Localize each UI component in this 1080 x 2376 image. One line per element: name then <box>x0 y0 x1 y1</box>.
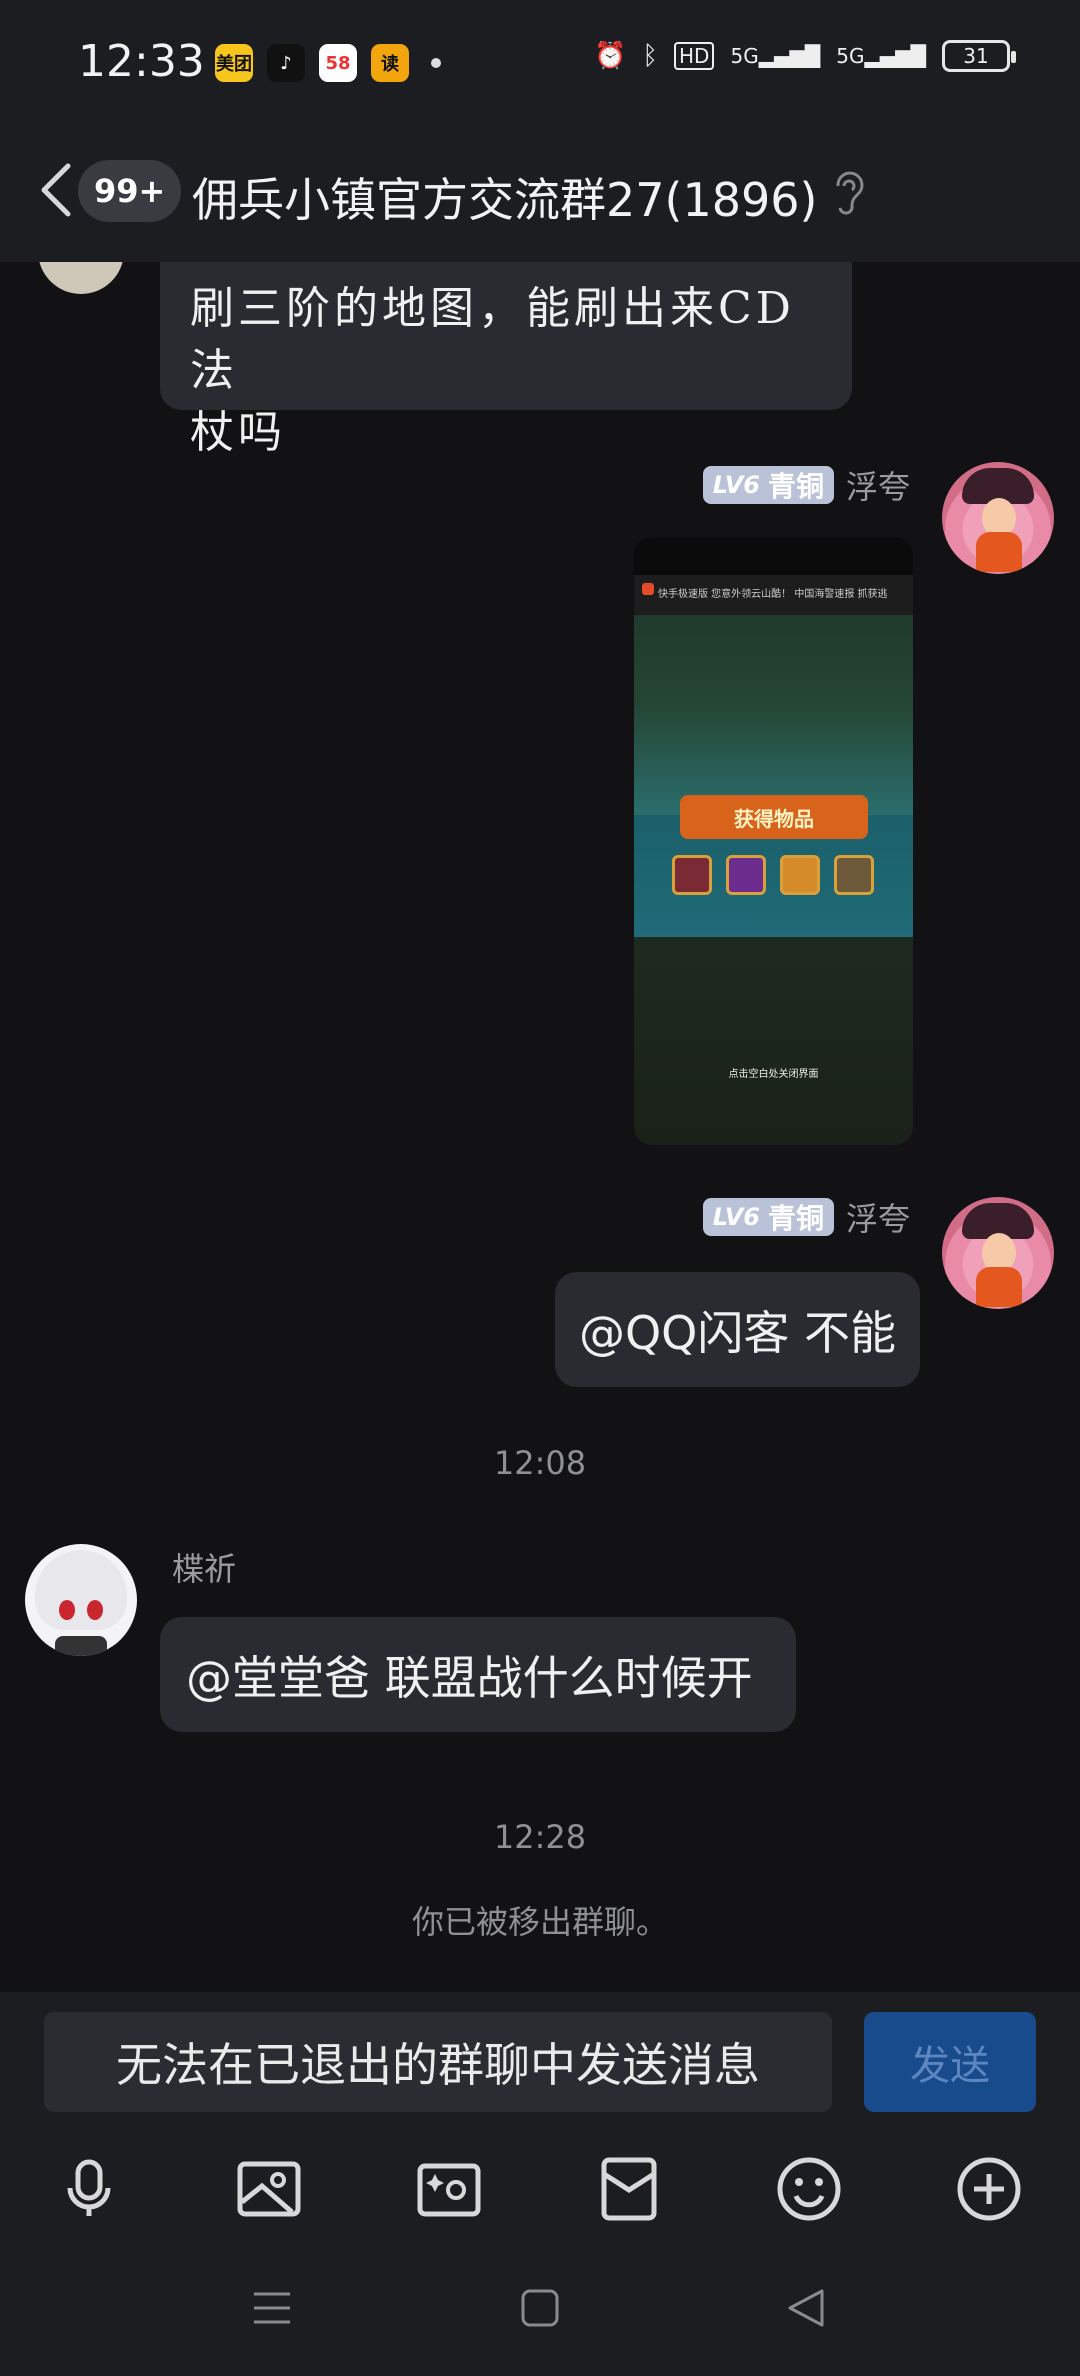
signal-icon-1: 5G▂▄▆█ <box>730 44 820 68</box>
message-text-line: 杖吗 <box>190 407 286 458</box>
avatar[interactable] <box>942 462 1054 574</box>
message-list[interactable]: 刷三阶的地图，能刷出来CD法 杖吗 LV6 青铜 浮夸 快手极速版 您意外领云山… <box>0 262 1080 1992</box>
send-button[interactable]: 发送 <box>864 2012 1036 2112</box>
signal-icon-2: 5G▂▄▆█ <box>836 44 926 68</box>
hd-icon: HD <box>674 42 715 70</box>
avatar[interactable] <box>942 1197 1054 1309</box>
rank-label: 青铜 <box>767 1202 824 1235</box>
unread-count-badge[interactable]: 99+ <box>78 160 182 222</box>
timestamp: 12:08 <box>493 1444 587 1482</box>
camera-icon[interactable] <box>414 2154 484 2224</box>
avatar[interactable] <box>38 262 124 294</box>
image-ad-text: 快手极速版 您意外领云山酷！ 中国海警速报 抓获逃 <box>658 589 888 600</box>
input-placeholder: 无法在已退出的群聊中发送消息 <box>116 2038 760 2092</box>
battery-level: 31 <box>963 44 989 68</box>
emoji-icon[interactable] <box>774 2154 844 2224</box>
avatar[interactable] <box>25 1544 137 1656</box>
sender-name[interactable]: 楪祈 <box>172 1544 236 1590</box>
timestamp: 12:28 <box>493 1818 587 1856</box>
reader-icon: 读 <box>371 44 409 82</box>
message-text-line: 刷三阶的地图，能刷出来CD法 <box>190 283 795 396</box>
message-text: @QQ闪客 不能 <box>578 1305 897 1360</box>
reward-item-icon <box>780 855 820 895</box>
image-message[interactable]: 快手极速版 您意外领云山酷！ 中国海警速报 抓获逃 获得物品 点击空白处关闭界面 <box>634 537 913 1145</box>
input-bar: 无法在已退出的群聊中发送消息 发送 <box>0 1992 1080 2132</box>
sender-name[interactable]: 浮夸 <box>846 1194 910 1240</box>
member-level-badge: LV6 青铜 <box>702 1198 834 1236</box>
message-bubble[interactable]: 刷三阶的地图，能刷出来CD法 杖吗 <box>160 262 852 458</box>
battery-icon: 31 <box>942 40 1016 72</box>
reward-item-icon <box>726 855 766 895</box>
level-label: LV6 <box>712 1203 760 1231</box>
back-arrow-icon[interactable] <box>34 158 78 222</box>
plus-icon[interactable] <box>954 2154 1024 2224</box>
home-icon[interactable] <box>520 2288 560 2332</box>
network-type-label-2: 5G <box>836 44 865 68</box>
alarm-icon: ⏰ <box>594 41 627 71</box>
notification-app-icons: 美团 ♪ 58 读 <box>215 44 441 82</box>
reward-item-icon <box>834 855 874 895</box>
level-label: LV6 <box>712 471 760 499</box>
red-packet-icon[interactable] <box>594 2154 664 2224</box>
network-type-label-1: 5G <box>730 44 759 68</box>
member-level-badge: LV6 青铜 <box>702 466 834 504</box>
more-notifications-dot <box>431 58 441 68</box>
menu-icon[interactable] <box>252 2288 292 2332</box>
chat-toolbar <box>0 2132 1080 2242</box>
status-bar: 12:33 美团 ♪ 58 读 ⏰ ᛒ HD 5G▂▄▆█ 5G▂▄▆█ 31 <box>0 0 1080 130</box>
image-caption: 点击空白处关闭界面 <box>728 1069 819 1080</box>
meituan-icon: 美团 <box>215 44 253 82</box>
sender-name[interactable]: 浮夸 <box>846 462 910 508</box>
rank-label: 青铜 <box>767 470 824 503</box>
system-status-icons: ⏰ ᛒ HD 5G▂▄▆█ 5G▂▄▆█ 31 <box>594 40 1016 72</box>
back-triangle-icon[interactable] <box>786 2288 826 2332</box>
status-time: 12:33 <box>78 36 205 87</box>
ad-app-icon <box>642 583 654 595</box>
bluetooth-icon: ᛒ <box>642 41 659 71</box>
signal-bars-icon: ▂▄▆█ <box>758 44 821 68</box>
earpiece-mode-icon <box>830 168 866 226</box>
photo-icon[interactable] <box>234 2154 304 2224</box>
message-input[interactable]: 无法在已退出的群聊中发送消息 <box>44 2012 832 2112</box>
message-text: @堂堂爸 联盟战什么时候开 <box>186 1650 753 1705</box>
signal-bars-icon: ▂▄▆█ <box>864 44 926 68</box>
image-ribbon-text: 获得物品 <box>680 795 868 839</box>
microphone-icon[interactable] <box>54 2154 124 2224</box>
reward-item-icon <box>672 855 712 895</box>
chat-header: 99+ 佣兵小镇官方交流群27(1896) <box>0 130 1080 262</box>
douyin-icon: ♪ <box>267 44 305 82</box>
group-title[interactable]: 佣兵小镇官方交流群27(1896) <box>192 164 818 230</box>
sender-info: LV6 青铜 浮夸 <box>702 462 910 508</box>
system-notice: 你已被移出群聊。 <box>411 1903 668 1941</box>
system-navigation-bar <box>0 2242 1080 2376</box>
sender-info: LV6 青铜 浮夸 <box>702 1194 910 1240</box>
message-bubble[interactable]: @堂堂爸 联盟战什么时候开 <box>160 1617 796 1732</box>
message-bubble[interactable]: @QQ闪客 不能 <box>555 1272 920 1387</box>
app-58-icon: 58 <box>319 44 357 82</box>
